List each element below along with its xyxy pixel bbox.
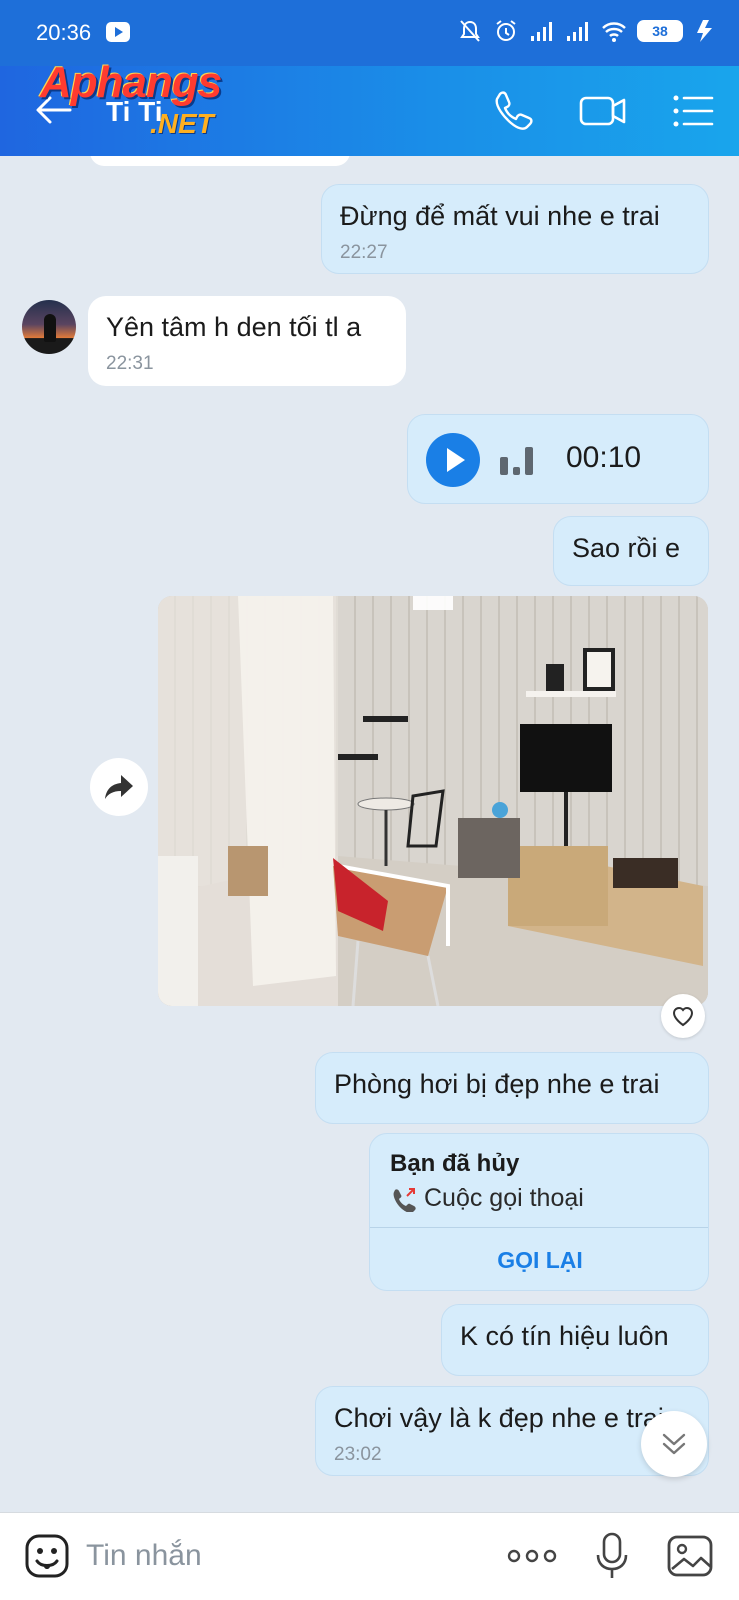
call-status-title: Bạn đã hủy <box>390 1150 520 1177</box>
image-picker-icon[interactable] <box>666 1533 714 1579</box>
video-call-icon[interactable] <box>578 88 628 134</box>
status-icons: 38 <box>457 18 719 44</box>
photo-message[interactable] <box>158 596 708 1006</box>
mute-icon <box>460 20 480 42</box>
status-bar: 20:36 38 <box>0 0 739 66</box>
chat-area[interactable]: Đừng để mất vui nhe e trai 22:27 Yên tâm… <box>0 156 739 1512</box>
call-back-button[interactable]: GỌI LẠI <box>370 1228 708 1290</box>
play-icon[interactable] <box>426 433 480 487</box>
avatar[interactable] <box>22 300 76 354</box>
forward-arrow-icon <box>105 775 133 799</box>
audio-wave-icon <box>500 447 533 475</box>
sticker-emoji-icon[interactable] <box>24 1533 70 1579</box>
scroll-to-bottom-button[interactable] <box>641 1411 707 1477</box>
watermark-logo-net: .NET <box>150 108 214 139</box>
message-input-bar <box>0 1512 739 1600</box>
previous-message-bubble <box>90 156 350 166</box>
voice-duration: 00:10 <box>566 441 642 474</box>
alarm-icon <box>496 20 516 41</box>
message-time: 22:31 <box>106 353 154 374</box>
menu-icon[interactable] <box>670 88 716 134</box>
message-time: 22:27 <box>340 242 388 263</box>
call-type-text: Cuộc gọi thoại <box>424 1184 584 1212</box>
microphone-icon[interactable] <box>594 1531 630 1581</box>
react-heart-button[interactable] <box>661 994 705 1038</box>
message-input[interactable] <box>86 1531 466 1581</box>
voice-call-icon[interactable] <box>490 88 536 134</box>
heart-icon <box>672 1007 694 1027</box>
signal-icon-2 <box>567 22 588 41</box>
chat-header: Aphangs Ti Ti .NET <box>0 58 739 156</box>
wifi-icon <box>602 22 626 42</box>
message-text: Sao rồi e <box>572 533 681 563</box>
chevron-down-icon <box>662 1433 686 1455</box>
message-bubble[interactable]: Sao rồi e <box>553 516 709 586</box>
message-text: K có tín hiệu luôn <box>460 1321 669 1351</box>
signal-icon-1 <box>531 22 552 41</box>
status-time: 20:36 <box>36 20 92 45</box>
voice-message[interactable]: 00:10 <box>407 414 709 504</box>
message-bubble[interactable]: Đừng để mất vui nhe e trai 22:27 <box>321 184 709 274</box>
message-bubble[interactable]: Phòng hơi bị đẹp nhe e trai <box>315 1052 709 1124</box>
message-text: Yên tâm h den tối tl a <box>106 312 362 342</box>
message-text: Chơi vậy là k đẹp nhe e trai <box>334 1403 664 1433</box>
charging-icon <box>697 20 712 42</box>
room-photo-image <box>158 596 708 1006</box>
call-type: Cuộc gọi thoại <box>390 1184 584 1213</box>
message-text: Đừng để mất vui nhe e trai <box>340 201 660 231</box>
more-options-icon[interactable] <box>506 1543 558 1569</box>
forward-button[interactable] <box>90 758 148 816</box>
message-bubble[interactable]: Yên tâm h den tối tl a 22:31 <box>88 296 406 386</box>
message-time: 23:02 <box>334 1444 382 1465</box>
message-text: Phòng hơi bị đẹp nhe e trai <box>334 1069 660 1099</box>
message-bubble[interactable]: K có tín hiệu luôn <box>441 1304 709 1376</box>
missed-call-icon <box>393 1187 416 1212</box>
youtube-notification-icon <box>106 22 130 42</box>
battery-indicator: 38 <box>637 20 683 42</box>
call-log-card[interactable]: Bạn đã hủy Cuộc gọi thoại GỌI LẠI <box>369 1133 709 1291</box>
